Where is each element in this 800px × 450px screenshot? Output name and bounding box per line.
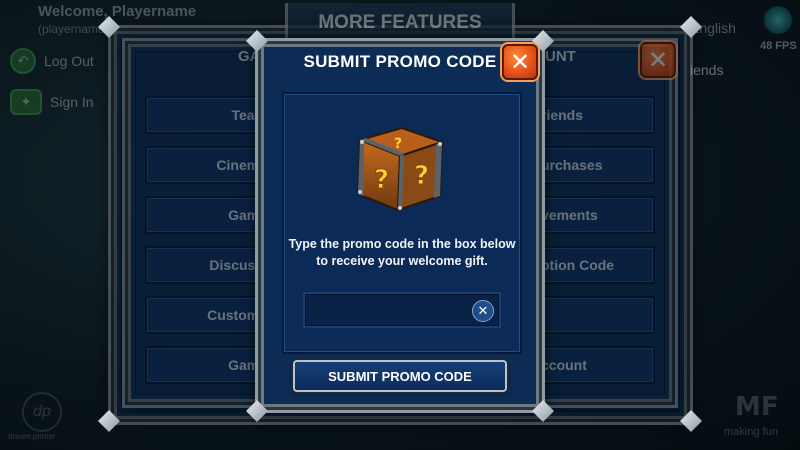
promo-instructions: Type the promo code in the box below to … <box>288 237 516 268</box>
mystery-crate-image: ? ? ? <box>356 126 446 212</box>
svg-text:?: ? <box>374 165 389 195</box>
svg-text:?: ? <box>414 161 429 191</box>
clear-input-button[interactable]: ✕ <box>472 300 494 322</box>
promo-close-button[interactable]: ✕ <box>502 44 538 80</box>
submit-promo-button[interactable]: SUBMIT PROMO CODE <box>293 360 507 392</box>
clear-icon: ✕ <box>477 303 489 319</box>
close-icon: ✕ <box>509 48 531 76</box>
svg-text:?: ? <box>394 136 402 152</box>
